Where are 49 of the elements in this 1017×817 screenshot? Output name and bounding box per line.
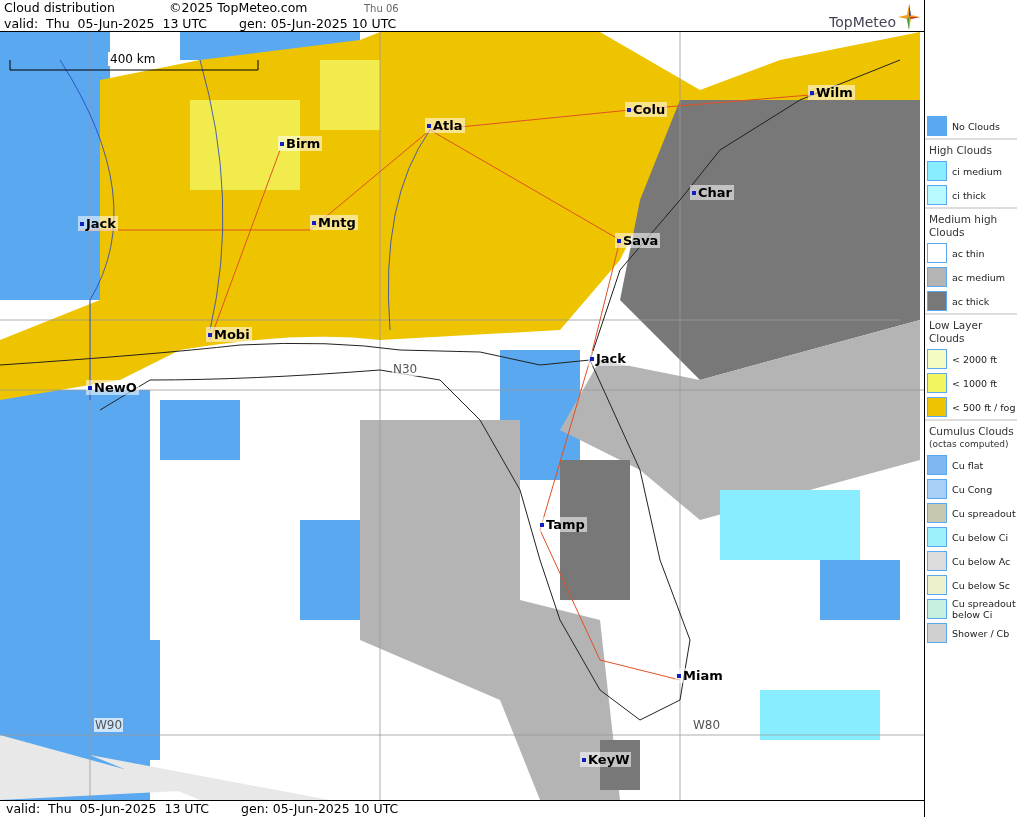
day-label: Thu 06 [364,2,399,16]
legend-label: Cu below Ci [952,531,1009,543]
city-label: NewO [86,380,139,395]
city-label: Char [690,185,734,200]
generated-time: gen: 05-Jun-2025 10 UTC [239,16,397,31]
legend-label: < 1000 ft [952,377,998,389]
city-label: Mobi [206,327,252,342]
legend-label: ac thick [952,295,990,307]
legend-label: Cu below Ac [952,555,1011,567]
city-label: Jack [588,351,628,366]
city-label: Mntg [310,215,358,230]
scale-label: 400 km [108,52,158,66]
city-label: Tamp [538,517,587,532]
city-label: Jack [78,216,118,231]
legend-label: Cu below Sc [952,579,1011,591]
city-label: Sava [615,233,661,248]
generated-time: gen: 05-Jun-2025 10 UTC [241,801,399,817]
logo-text: TopMeteo [829,14,896,30]
legend-label: Shower / Cb [952,627,1010,639]
legend-label: ac medium [952,271,1006,283]
legend-label: Cu spreadout [952,507,1016,519]
grid-label: W80 [692,718,722,732]
city-label: Colu [625,102,668,117]
valid-time: valid: Thu 05-Jun-2025 13 UTC [4,16,209,31]
valid-time: valid: Thu 05-Jun-2025 13 UTC [6,801,211,817]
city-label: KeyW [580,752,632,767]
legend-label: Cu spreadout below Ci [952,598,1017,620]
legend-heading: Medium high Clouds [929,213,999,239]
legend-label: Cu Cong [952,483,993,495]
legend-label: < 500 ft / fog [952,401,1016,413]
grid-label: N30 [392,362,419,376]
legend-heading: Cumulus Clouds [929,425,1015,438]
legend-heading: Low Layer Clouds [929,319,984,345]
logo-icon [898,4,920,30]
city-label: Atla [425,118,465,133]
legend-heading: High Clouds [929,144,993,157]
legend-label: ac thin [952,247,985,259]
city-label: Birm [278,136,323,151]
city-label: Miam [675,668,725,683]
legend-label: No Clouds [952,120,1001,132]
legend-label: Cu flat [952,459,984,471]
legend-label: ci thick [952,189,986,201]
chart-title: Cloud distribution [4,0,116,15]
city-label: Wilm [808,85,855,100]
legend-label: < 2000 ft [952,353,998,365]
legend-note: (octas computed) [929,438,1010,451]
grid-label: W90 [94,718,124,732]
copyright-text: ©2025 TopMeteo.com [169,0,309,15]
legend-label: ci medium [952,165,1002,177]
